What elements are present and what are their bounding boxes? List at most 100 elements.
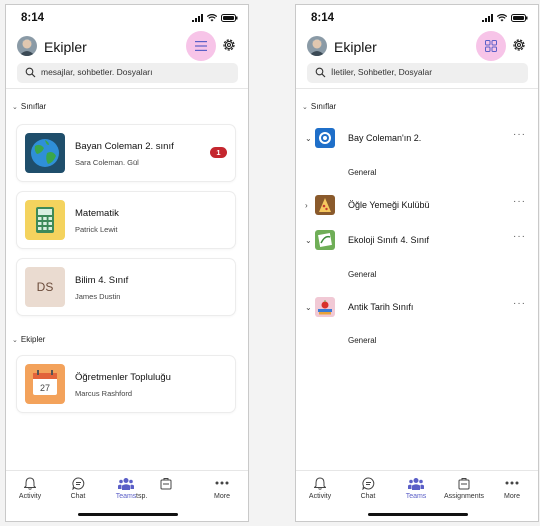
teams-icon [118,477,134,490]
chevron-down-icon[interactable]: ⌄ [305,134,312,143]
tab-activity[interactable]: Activity [8,475,52,500]
team-title: Bayan Coleman 2. sınıf [75,141,174,152]
grid-view-button[interactable] [476,31,506,61]
avatar[interactable] [307,36,327,56]
calendar-icon: 27 [25,364,65,404]
channel-general[interactable]: General [348,336,376,345]
section-teams[interactable]: ⌄ Ekipler [12,335,45,344]
tab-assignments[interactable]: Assignments [442,475,486,500]
status-bar: 8:14 [296,12,538,28]
tab-assignments[interactable]: tsp. [136,475,180,500]
team-logo-icon [315,128,335,148]
gear-icon[interactable] [511,37,527,53]
more-icon [505,481,519,485]
more-options-icon[interactable]: ··· [513,298,526,309]
wifi-icon [497,14,507,22]
section-classes-label: Sınıflar [20,102,47,111]
status-bar: 8:14 [6,12,248,28]
list-view-button[interactable] [186,31,216,61]
more-options-icon[interactable]: ··· [513,196,526,207]
ecology-icon [315,230,335,250]
team-title: Öğretmenler Topluluğu [75,372,171,383]
battery-icon [221,14,238,22]
tab-activity[interactable]: Activity [298,475,342,500]
calendar-day: 27 [39,383,50,393]
home-indicator [78,513,178,516]
tab-more[interactable]: More [200,475,244,500]
initials-text: DS [36,280,54,294]
tab-label: tsp. [136,493,148,500]
team-title: Matematik [75,208,119,219]
signal-icon [482,14,493,22]
section-teams-label: Ekipler [20,335,46,344]
team-row[interactable]: › Öğle Yemeği Kulübü ··· [296,195,538,216]
channel-general[interactable]: General [348,270,376,279]
team-label: Ekoloji Sınıfı 4. Sınıf [348,235,430,245]
team-subtitle: Sara Coleman. Gül [75,158,139,167]
globe-icon [25,133,65,173]
tab-label: Chat [70,493,86,500]
home-indicator [368,513,468,516]
section-classes-label: Sınıflar [310,102,337,111]
phone-right: 8:14 Ekipler İletiler, Sohbetler, Dosyal… [295,4,539,522]
team-card[interactable]: Matematik Patrick Lewit [17,192,235,248]
channel-general[interactable]: General [348,168,376,177]
page-title: Ekipler [44,39,87,55]
search-input[interactable]: İletiler, Sohbetler, Dosyalar [307,63,528,83]
divider [6,88,248,89]
avatar[interactable] [17,36,37,56]
tab-teams[interactable]: Teams [394,475,438,500]
team-card[interactable]: DS Bilim 4. Sınıf James Dustin [17,259,235,315]
calculator-icon [25,200,65,240]
chat-icon [71,476,84,490]
chevron-down-icon[interactable]: ⌄ [305,236,312,245]
team-label: Öğle Yemeği Kulübü [348,200,430,210]
chat-icon [361,476,374,490]
team-row[interactable]: ⌄ Antik Tarih Sınıfı ··· [296,297,538,318]
divider [296,88,538,89]
team-label: Bay Coleman'ın 2. [348,133,422,143]
bell-icon [24,476,36,490]
chevron-down-icon: ⌄ [302,103,308,111]
team-card[interactable]: Bayan Coleman 2. sınıf Sara Coleman. Gül… [17,125,235,181]
gear-icon[interactable] [221,37,237,53]
team-card[interactable]: 27 Öğretmenler Topluluğu Marcus Rashford [17,356,235,412]
battery-icon [511,14,528,22]
tab-bar: Activity Chat Teams Assignments More [296,470,538,507]
notification-badge: 1 [210,147,227,158]
signal-icon [192,14,203,22]
tab-label: Activity [18,493,42,500]
tab-more[interactable]: More [490,475,534,500]
status-time: 8:14 [311,12,335,24]
more-options-icon[interactable]: ··· [513,231,526,242]
search-input[interactable]: mesajlar, sohbetler. Dosyaları [17,63,238,83]
team-subtitle: James Dustin [75,292,121,301]
search-placeholder: mesajlar, sohbetler. Dosyaları [41,67,153,77]
team-row[interactable]: ⌄ Ekoloji Sınıfı 4. Sınıf ··· [296,230,538,251]
chevron-down-icon[interactable]: ⌄ [305,303,312,312]
tab-label: More [214,493,230,500]
chevron-down-icon: ⌄ [12,336,18,344]
tab-label: More [504,493,520,500]
tab-chat[interactable]: Chat [56,475,100,500]
tab-label: Activity [308,493,332,500]
assignments-icon [458,477,470,489]
chevron-down-icon: ⌄ [12,103,18,111]
assignments-icon [160,477,172,489]
teams-icon [408,477,424,490]
section-classes[interactable]: ⌄ Sınıflar [12,102,46,111]
more-options-icon[interactable]: ··· [513,129,526,140]
team-title: Bilim 4. Sınıf [75,275,129,286]
team-subtitle: Patrick Lewit [75,225,118,234]
section-classes[interactable]: ⌄ Sınıflar [302,102,336,111]
tab-label: Chat [360,493,376,500]
tab-label: Assignments [443,493,485,500]
team-subtitle: Marcus Rashford [75,389,133,398]
initials-avatar: DS [25,267,65,307]
chevron-right-icon[interactable]: › [305,201,308,210]
phone-left: 8:14 Ekipler mesajlar, sohbetler. Dosyal… [5,4,249,522]
tab-chat[interactable]: Chat [346,475,390,500]
search-icon [25,67,36,78]
team-row[interactable]: ⌄ Bay Coleman'ın 2. ··· [296,128,538,149]
page-title: Ekipler [334,39,377,55]
